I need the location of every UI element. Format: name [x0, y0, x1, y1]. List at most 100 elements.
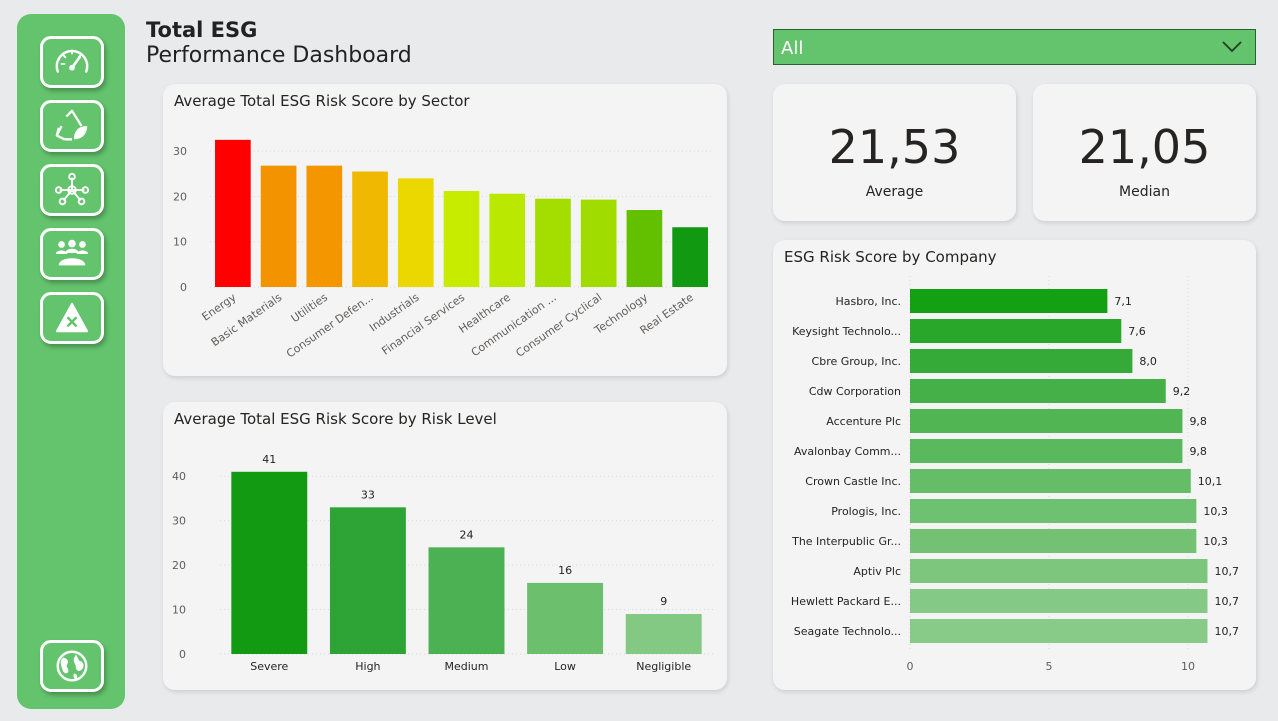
- data-label: 10,7: [1214, 595, 1239, 608]
- risk-level-bar[interactable]: [625, 614, 702, 654]
- nav-button-gauge[interactable]: [40, 36, 104, 88]
- y-tick-label: 10: [173, 236, 187, 249]
- recycle-leaf-icon: [55, 109, 88, 141]
- sector-chart-card: Average Total ESG Risk Score by Sector 0…: [163, 84, 727, 376]
- gauge-icon: [55, 49, 89, 73]
- company-bar[interactable]: [910, 289, 1108, 313]
- x-tick-label: Financial Services: [379, 291, 467, 358]
- sector-bar[interactable]: [306, 165, 343, 287]
- y-tick-label: Cbre Group, Inc.: [812, 355, 901, 368]
- risk-level-bar[interactable]: [428, 547, 505, 654]
- nav-button-globe[interactable]: [40, 640, 104, 692]
- median-value: 21,05: [1078, 120, 1211, 174]
- risk-level-bar-chart: 0 10 20 30 40 41 Severe 33 High 24 Medium 16 Low 9 Neg…: [172, 453, 713, 673]
- data-label: 10,7: [1214, 565, 1239, 578]
- y-tick-label: 30: [172, 515, 186, 528]
- warning-icon: [55, 302, 89, 333]
- sidebar: [17, 14, 125, 709]
- company-bar[interactable]: [910, 589, 1208, 613]
- sector-bar[interactable]: [260, 165, 297, 287]
- data-label: 10,3: [1203, 535, 1228, 548]
- sector-bar[interactable]: [535, 198, 571, 287]
- y-tick-label: 0: [179, 648, 186, 661]
- company-bar[interactable]: [910, 559, 1208, 583]
- globe-icon: [56, 650, 88, 682]
- sector-bar[interactable]: [580, 199, 617, 287]
- y-tick-label: Hasbro, Inc.: [836, 295, 902, 308]
- nav-button-risk[interactable]: [40, 292, 104, 344]
- sector-bar[interactable]: [626, 210, 663, 287]
- data-label: 16: [558, 564, 572, 577]
- sector-bar[interactable]: [489, 193, 526, 287]
- people-icon: [55, 239, 89, 266]
- company-bar[interactable]: [910, 319, 1122, 343]
- company-bar[interactable]: [910, 349, 1133, 373]
- data-label: 9,2: [1173, 385, 1191, 398]
- y-tick-label: Seagate Technolo...: [794, 625, 901, 638]
- y-tick-label: Aptiv Plc: [853, 565, 901, 578]
- data-label: 10,1: [1198, 475, 1223, 488]
- company-bar[interactable]: [910, 529, 1197, 553]
- company-bar[interactable]: [910, 499, 1197, 523]
- data-label: 7,1: [1114, 295, 1132, 308]
- x-tick-label: Utilities: [289, 291, 331, 326]
- y-tick-label: Avalonbay Comm...: [794, 445, 901, 458]
- company-bar[interactable]: [910, 469, 1191, 493]
- page-title: Total ESG: [146, 18, 258, 42]
- y-tick-label: The Interpublic Gr...: [791, 535, 901, 548]
- x-tick-label: Severe: [250, 660, 288, 673]
- y-tick-label: Cdw Corporation: [809, 385, 901, 398]
- x-tick-label: 5: [1046, 660, 1053, 673]
- y-tick-label: 10: [172, 604, 186, 617]
- nav-button-environment[interactable]: [40, 100, 104, 152]
- x-tick-label: Medium: [445, 660, 489, 673]
- x-tick-label: Low: [554, 660, 576, 673]
- company-bar[interactable]: [910, 379, 1166, 403]
- y-tick-label: 30: [173, 145, 187, 158]
- x-tick-label: Negligible: [636, 660, 691, 673]
- company-bar[interactable]: [910, 409, 1183, 433]
- risk-level-bar[interactable]: [231, 471, 308, 654]
- x-tick-label: 10: [1181, 660, 1195, 673]
- y-tick-label: 20: [172, 559, 186, 572]
- data-label: 10,3: [1203, 505, 1228, 518]
- median-kpi-card: 21,05 Median: [1033, 84, 1256, 221]
- y-tick-label: Prologis, Inc.: [831, 505, 901, 518]
- sector-filter-dropdown[interactable]: All: [773, 29, 1256, 65]
- median-label: Median: [1119, 184, 1170, 200]
- dropdown-value: All: [781, 38, 804, 59]
- nav-button-social-network[interactable]: [40, 164, 104, 216]
- sector-bar[interactable]: [397, 178, 434, 287]
- x-tick-label: 0: [907, 660, 914, 673]
- average-kpi-card: 21,53 Average: [773, 84, 1016, 221]
- data-label: 10,7: [1214, 625, 1239, 638]
- data-label: 9,8: [1189, 415, 1207, 428]
- risk-level-chart-card: Average Total ESG Risk Score by Risk Lev…: [163, 402, 727, 690]
- nav-button-people[interactable]: [40, 228, 104, 280]
- y-tick-label: 40: [172, 470, 186, 483]
- sector-bar[interactable]: [443, 191, 480, 287]
- x-tick-label: High: [355, 660, 380, 673]
- company-bar[interactable]: [910, 439, 1183, 463]
- chevron-down-icon: [1222, 41, 1242, 53]
- sector-bar[interactable]: [215, 139, 251, 287]
- average-value: 21,53: [828, 120, 961, 174]
- sector-bar[interactable]: [672, 227, 708, 287]
- y-tick-label: 0: [180, 281, 187, 294]
- company-bar[interactable]: [910, 619, 1208, 643]
- y-tick-label: Accenture Plc: [826, 415, 901, 428]
- y-tick-label: Crown Castle Inc.: [805, 475, 901, 488]
- x-tick-label: Energy: [200, 291, 239, 324]
- x-tick-label: Consumer Cyclical: [514, 291, 605, 360]
- sector-bar-chart: 0102030EnergyBasic Materials UtilitiesCon…: [173, 139, 713, 361]
- y-tick-label: Keysight Technolo...: [792, 325, 901, 338]
- sector-bar[interactable]: [352, 171, 388, 287]
- data-label: 8,0: [1139, 355, 1157, 368]
- network-icon: [54, 172, 90, 206]
- risk-level-bar[interactable]: [527, 582, 604, 654]
- risk-level-bar[interactable]: [329, 507, 406, 654]
- page-subtitle: Performance Dashboard: [146, 43, 412, 68]
- data-label: 33: [361, 488, 375, 501]
- company-chart-card: ESG Risk Score by Company 0 5 10 Hasbro, In…: [773, 240, 1256, 690]
- average-label: Average: [865, 184, 924, 200]
